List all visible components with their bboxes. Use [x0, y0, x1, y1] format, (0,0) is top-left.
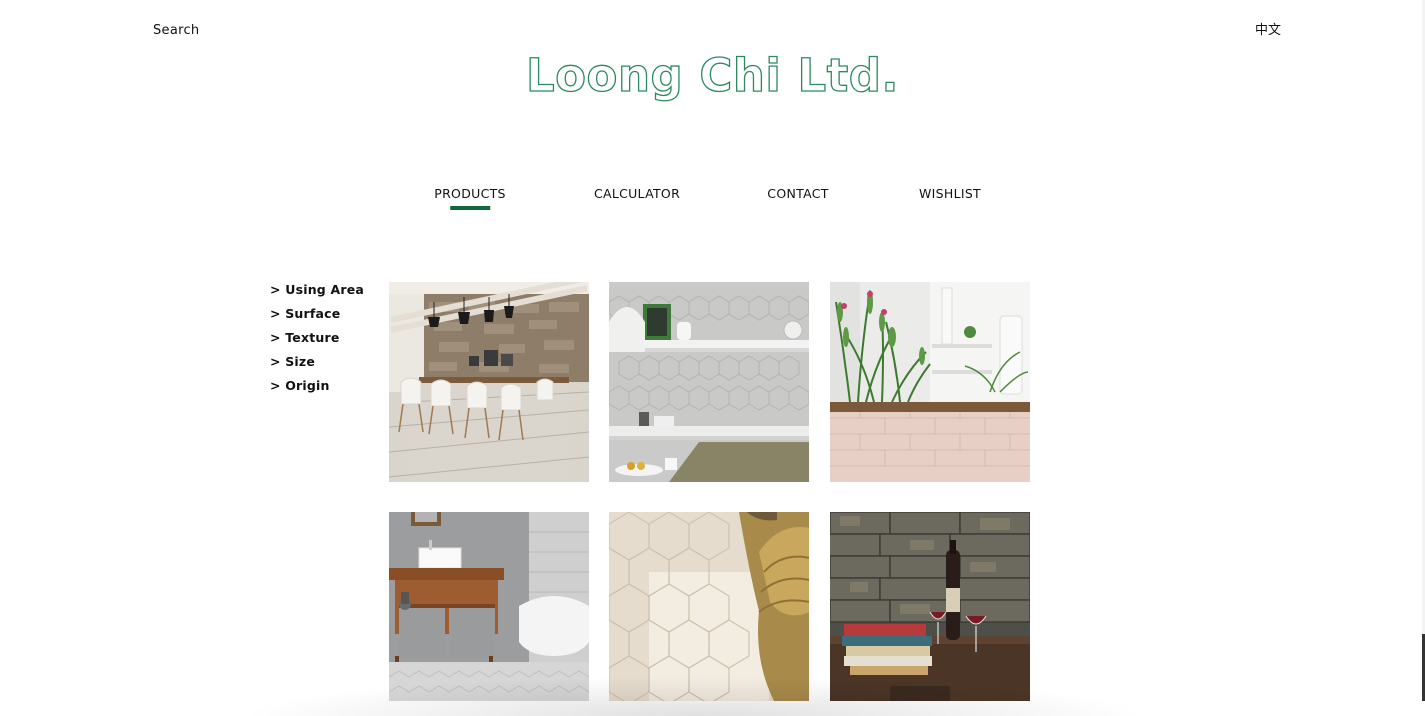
- nav-products-label: PRODUCTS: [434, 186, 506, 201]
- product-tile[interactable]: [830, 282, 1030, 482]
- language-switch[interactable]: 中文: [1255, 19, 1281, 38]
- product-tile[interactable]: [609, 282, 809, 482]
- nav-wishlist[interactable]: WISHLIST: [919, 186, 981, 201]
- filter-origin[interactable]: > Origin: [270, 374, 364, 398]
- filter-size[interactable]: > Size: [270, 350, 364, 374]
- product-tile[interactable]: [830, 512, 1030, 712]
- kitchen-shelves-hexagon-tile-image: [609, 282, 809, 482]
- dining-room-image: [389, 282, 589, 482]
- nav-products[interactable]: PRODUCTS: [434, 186, 506, 210]
- main-nav: PRODUCTS CALCULATOR CONTACT WISHLIST: [0, 186, 1425, 216]
- rustic-brick-wine-image: [830, 512, 1030, 701]
- nav-contact[interactable]: CONTACT: [767, 186, 828, 201]
- bathroom-vanity-image: [389, 512, 589, 701]
- product-tile[interactable]: [609, 512, 809, 712]
- product-tile[interactable]: [389, 512, 589, 712]
- nav-calculator[interactable]: CALCULATOR: [594, 186, 680, 201]
- product-tile[interactable]: [389, 282, 589, 482]
- search-link[interactable]: Search: [153, 23, 199, 38]
- planter-subway-tile-image: [830, 282, 1030, 482]
- nav-active-indicator: [449, 206, 490, 210]
- filter-texture[interactable]: > Texture: [270, 326, 364, 350]
- hexagon-floor-tile-image: [609, 512, 809, 701]
- filter-menu: > Using Area > Surface > Texture > Size …: [270, 278, 364, 398]
- brand-logo[interactable]: Loong Chi Ltd.: [0, 46, 1425, 106]
- filter-surface[interactable]: > Surface: [270, 302, 364, 326]
- filter-using-area[interactable]: > Using Area: [270, 278, 364, 302]
